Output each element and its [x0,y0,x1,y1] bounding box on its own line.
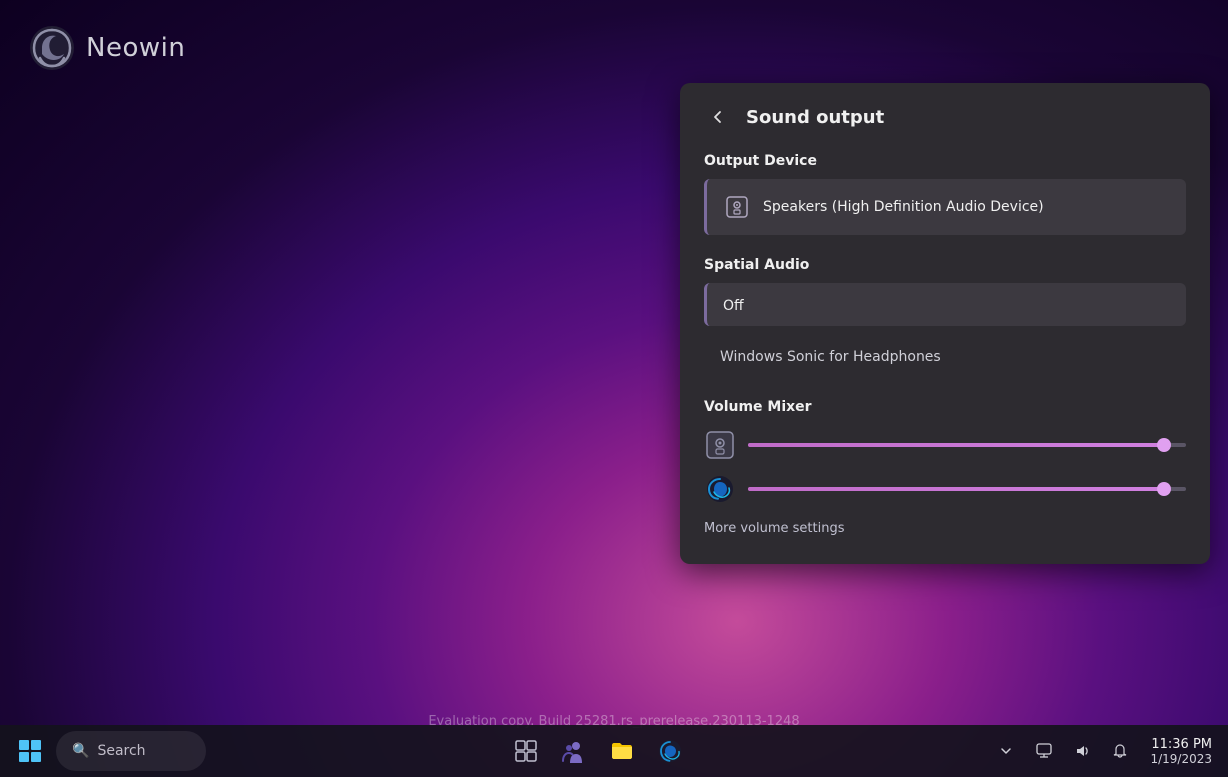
edge-volume-row [704,473,1186,505]
neowin-logo: Neowin [28,24,185,72]
output-device-section: Output Device Speakers (High Definition … [704,153,1186,235]
speaker-app-icon [704,429,736,461]
clock-date: 1/19/2023 [1150,752,1212,766]
volume-mixer-section: Volume Mixer [704,399,1186,536]
taskbar-center-apps [504,729,692,773]
search-icon: 🔍 [72,743,89,759]
taskbar-right: 11:36 PM 1/19/2023 [990,733,1220,769]
spatial-audio-label: Spatial Audio [704,257,1186,273]
clock[interactable]: 11:36 PM 1/19/2023 [1142,735,1220,768]
output-device-label: Output Device [704,153,1186,169]
panel-title: Sound output [746,107,884,128]
taskview-button[interactable] [504,729,548,773]
selected-device-item[interactable]: Speakers (High Definition Audio Device) [704,179,1186,235]
sound-panel-header: Sound output [704,103,1186,131]
taskbar: 🔍 Search [0,725,1228,777]
notification-tray-icon[interactable] [1102,733,1138,769]
volume-tray-icon[interactable] [1064,733,1100,769]
clock-time: 11:36 PM [1151,737,1212,752]
more-volume-settings-link[interactable]: More volume settings [704,517,1186,536]
speaker-icon [723,193,751,221]
search-button[interactable]: 🔍 Search [56,731,206,771]
search-label: Search [97,743,145,759]
taskbar-left: 🔍 Search [8,729,206,773]
neowin-logo-icon [28,24,76,72]
neowin-logo-text: Neowin [86,33,185,63]
edge-taskbar-button[interactable] [648,729,692,773]
spatial-windows-sonic-option[interactable]: Windows Sonic for Headphones [704,334,1186,377]
back-button[interactable] [704,103,732,131]
teams-button[interactable] [552,729,596,773]
spatial-windows-sonic-text: Windows Sonic for Headphones [720,349,941,365]
more-volume-settings-text: More volume settings [704,521,845,536]
file-explorer-button[interactable] [600,729,644,773]
spatial-off-text: Off [723,298,744,314]
network-tray-icon[interactable] [1026,733,1062,769]
system-volume-row [704,429,1186,461]
volume-mixer-label: Volume Mixer [704,399,1186,415]
edge-volume-slider[interactable] [748,479,1186,499]
system-tray [1026,733,1138,769]
start-button[interactable] [8,729,52,773]
system-volume-slider[interactable] [748,435,1186,455]
desktop: Neowin Evaluation copy. Build 25281.rs_p… [0,0,1228,777]
sound-panel: Sound output Output Device Speakers (Hig… [680,83,1210,564]
spatial-audio-section: Spatial Audio Off Windows Sonic for Head… [704,257,1186,377]
windows-logo [19,740,41,762]
show-hidden-icons-button[interactable] [990,735,1022,767]
spatial-off-option[interactable]: Off [704,283,1186,326]
device-name: Speakers (High Definition Audio Device) [763,199,1044,215]
edge-app-icon [704,473,736,505]
